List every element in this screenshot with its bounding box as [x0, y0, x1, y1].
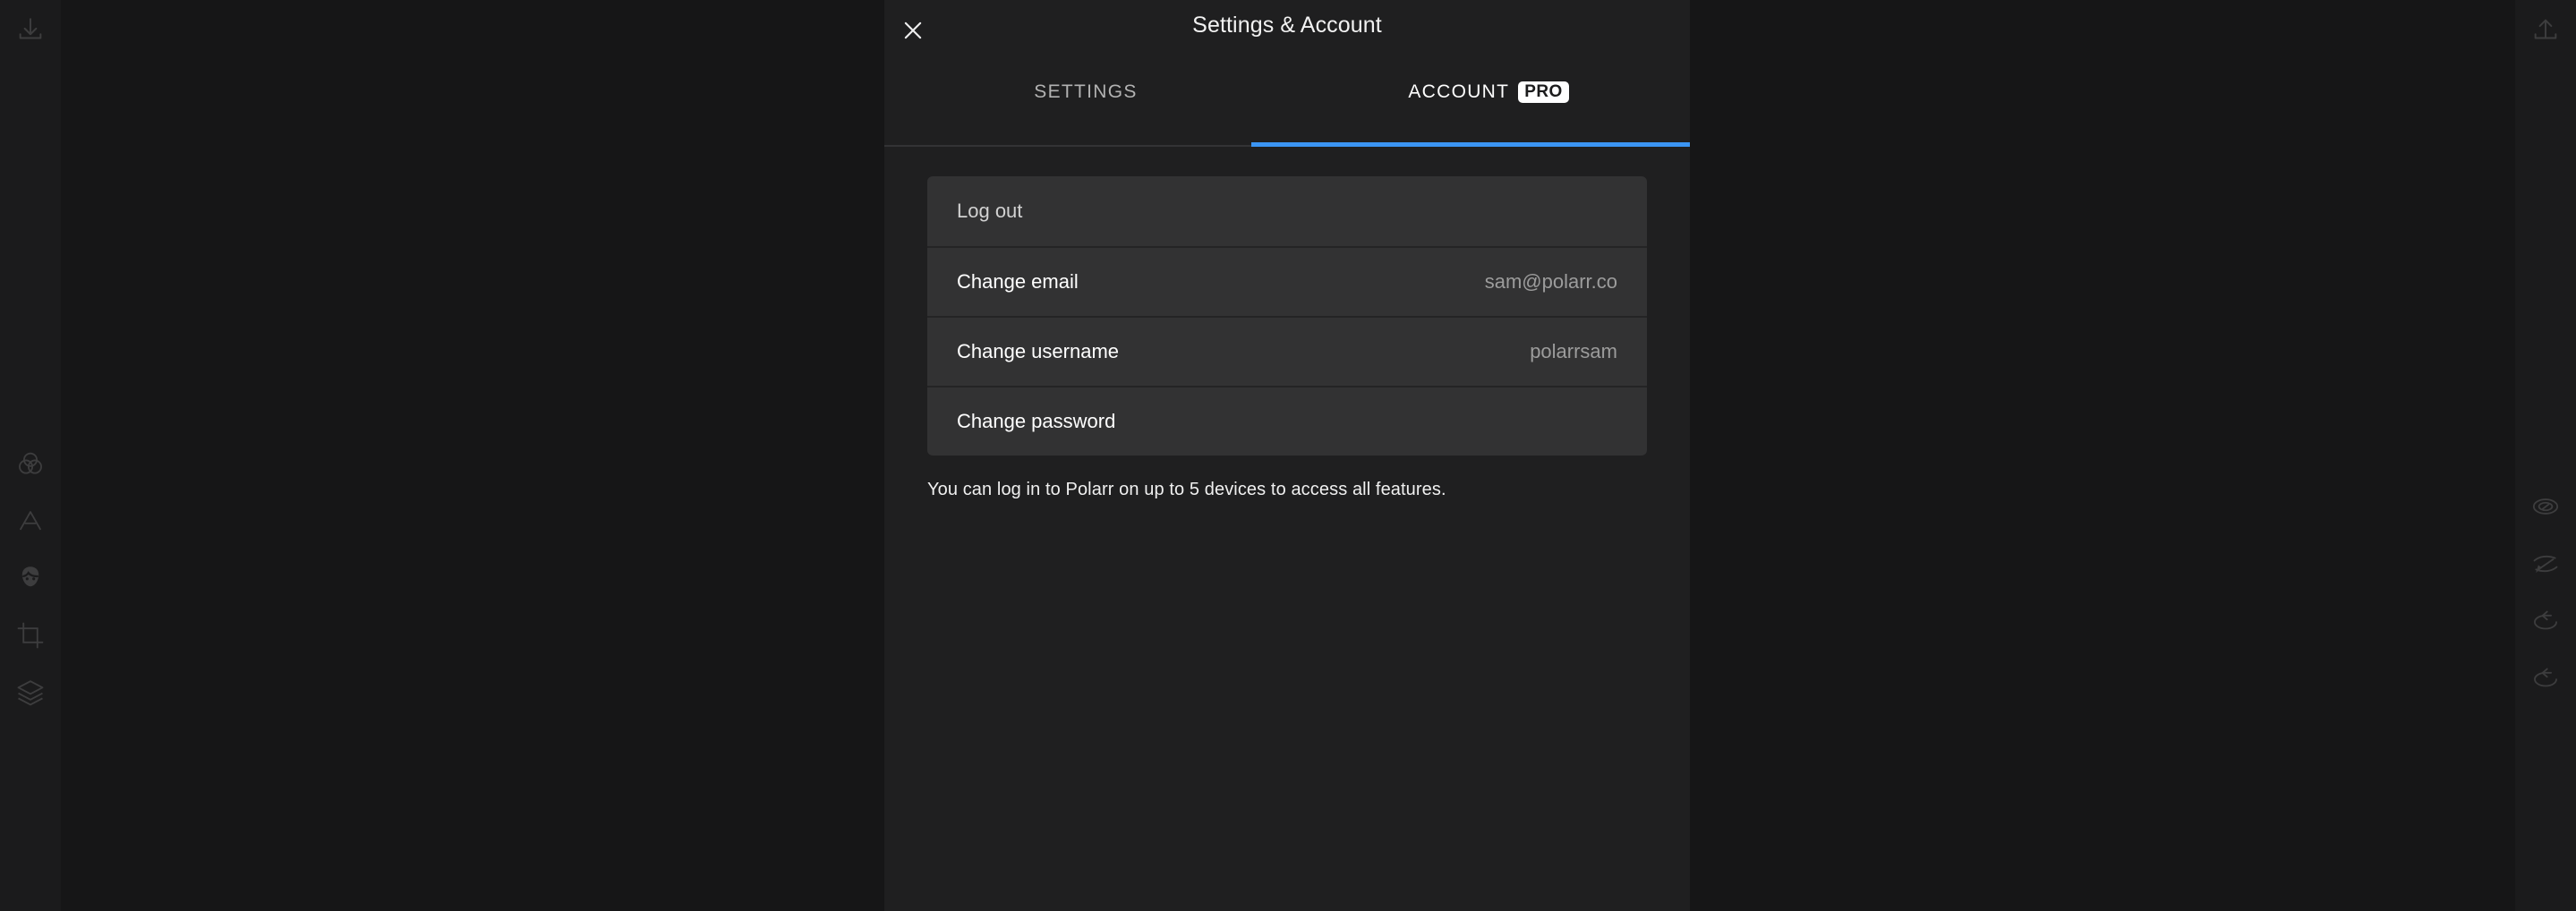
- polarr-editor-window: Settings & Account SETTINGS ACCOUNT PRO …: [0, 0, 2576, 911]
- vignette-icon[interactable]: [2524, 485, 2567, 528]
- device-limit-hint: You can log in to Polarr on up to 5 devi…: [927, 480, 1446, 499]
- undo-icon[interactable]: [2524, 657, 2567, 700]
- brush-icon[interactable]: [2524, 542, 2567, 585]
- text-tool-icon[interactable]: [9, 499, 52, 542]
- change-password-label: Change password: [957, 410, 1116, 432]
- settings-account-panel: Settings & Account SETTINGS ACCOUNT PRO …: [884, 0, 1690, 911]
- list-item-change-password[interactable]: Change password: [927, 386, 1647, 456]
- color-mix-icon[interactable]: [9, 442, 52, 485]
- crop-icon[interactable]: [9, 614, 52, 657]
- log-out-label: Log out: [957, 200, 1023, 222]
- redo-icon[interactable]: [2524, 600, 2567, 643]
- upload-icon[interactable]: [2524, 9, 2567, 52]
- list-item-change-email[interactable]: Change email sam@polarr.co: [927, 246, 1647, 316]
- change-username-label: Change username: [957, 340, 1120, 362]
- list-item-log-out[interactable]: Log out: [927, 176, 1647, 246]
- tab-account[interactable]: ACCOUNT PRO: [1287, 61, 1690, 145]
- tab-bar: SETTINGS ACCOUNT PRO: [884, 61, 1690, 147]
- left-toolbar: [0, 0, 61, 911]
- change-username-value: polarrsam: [1530, 340, 1617, 362]
- editor-canvas-right: [1690, 0, 2576, 911]
- change-email-value: sam@polarr.co: [1484, 270, 1617, 293]
- pro-badge: PRO: [1518, 81, 1569, 103]
- tab-settings[interactable]: SETTINGS: [884, 61, 1287, 145]
- editor-canvas-left: [0, 0, 884, 911]
- change-email-label: Change email: [957, 270, 1079, 293]
- page-title: Settings & Account: [1192, 13, 1382, 38]
- download-icon[interactable]: [9, 9, 52, 52]
- account-options-list: Log out Change email sam@polarr.co Chang…: [927, 176, 1647, 456]
- right-toolbar: [2515, 0, 2576, 911]
- account-content: Log out Change email sam@polarr.co Chang…: [884, 147, 1690, 500]
- list-item-change-username[interactable]: Change username polarrsam: [927, 316, 1647, 386]
- layers-icon[interactable]: [9, 671, 52, 714]
- panel-header: Settings & Account: [884, 0, 1690, 61]
- tab-settings-label: SETTINGS: [1034, 81, 1138, 102]
- portrait-face-icon[interactable]: [9, 557, 52, 600]
- tab-account-label: ACCOUNT: [1408, 81, 1510, 102]
